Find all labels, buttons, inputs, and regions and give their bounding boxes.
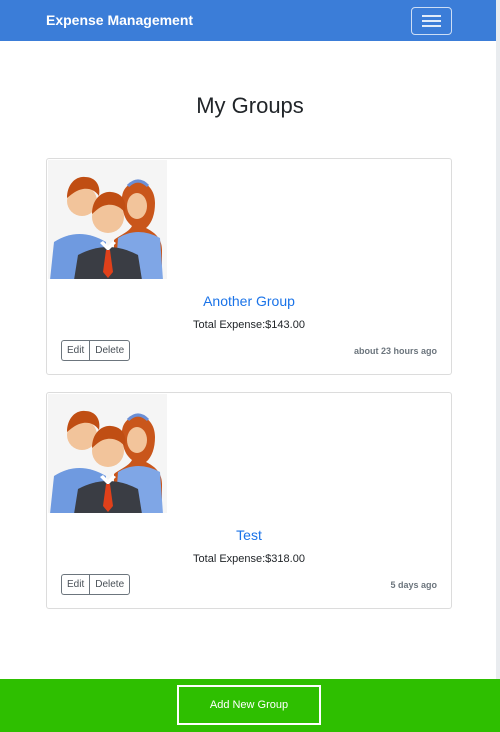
group-updated-time: 5 days ago	[390, 580, 437, 590]
page-title: My Groups	[196, 93, 304, 118]
group-avatar-icon	[48, 160, 167, 279]
delete-group-button[interactable]: Delete	[89, 340, 131, 361]
group-updated-time: about 23 hours ago	[353, 346, 437, 356]
group-avatar-icon	[48, 394, 167, 513]
group-name-link[interactable]: Another Group	[47, 293, 451, 309]
footer-bar: Add New Group	[0, 679, 500, 732]
app-brand[interactable]: Expense Management	[46, 12, 193, 28]
group-card: Test Total Expense:$318.00 Edit Delete 5…	[46, 392, 452, 609]
hamburger-icon-bar	[422, 25, 441, 27]
group-actions: Edit Delete	[61, 574, 131, 595]
group-actions: Edit Delete	[61, 340, 131, 361]
top-navbar: Expense Management	[0, 0, 500, 41]
edit-group-button[interactable]: Edit	[61, 340, 90, 361]
group-card: Another Group Total Expense:$143.00 Edit…	[46, 158, 452, 375]
group-total-expense: Total Expense:$143.00	[193, 319, 305, 331]
group-name-link[interactable]: Test	[47, 527, 451, 543]
group-total-expense: Total Expense:$318.00	[193, 553, 305, 565]
delete-group-button[interactable]: Delete	[89, 574, 131, 595]
edit-group-button[interactable]: Edit	[61, 574, 90, 595]
menu-toggle-button[interactable]	[411, 7, 452, 35]
hamburger-icon	[422, 15, 441, 17]
hamburger-icon-bar	[422, 20, 441, 22]
add-new-group-button[interactable]: Add New Group	[177, 685, 321, 725]
